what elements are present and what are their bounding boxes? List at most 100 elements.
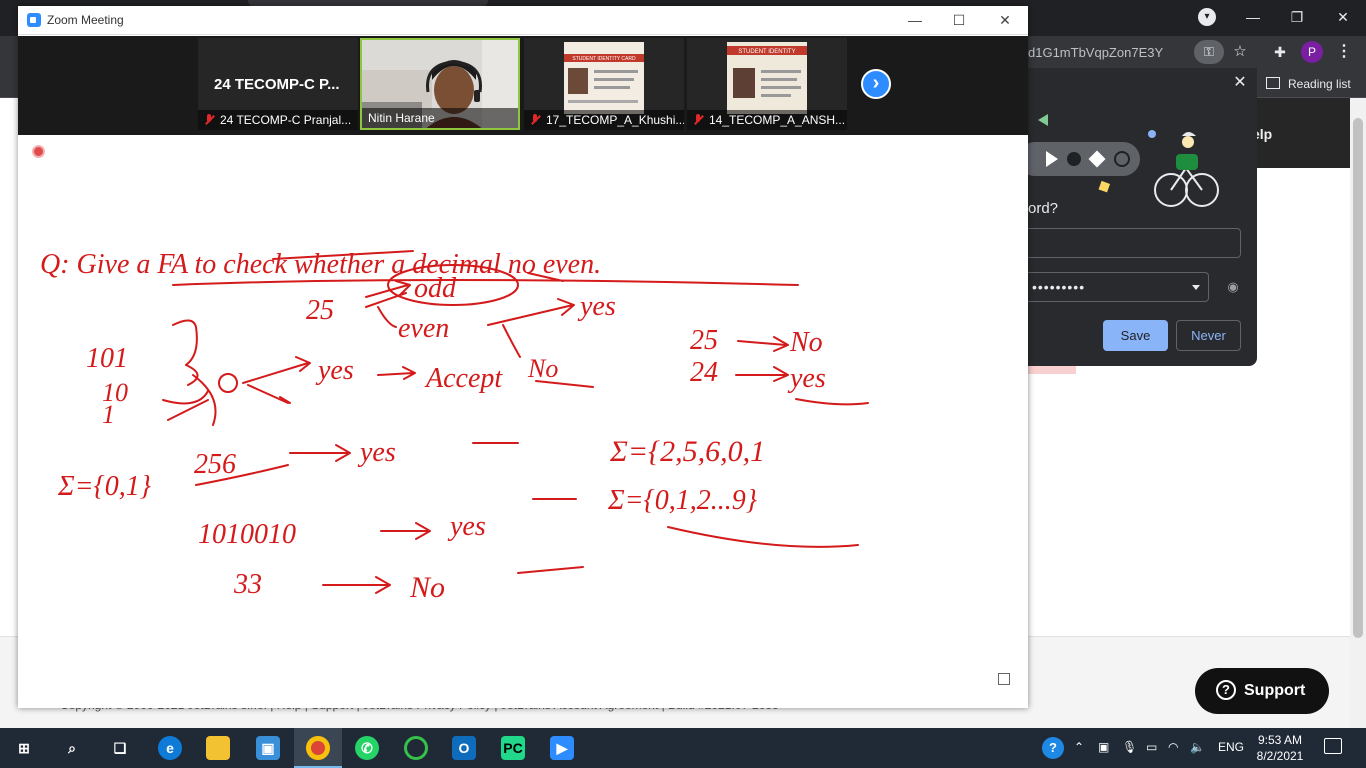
brace-stroke	[192, 374, 217, 426]
participant-name: 24 TECOMP-C Pranjal...	[220, 113, 352, 127]
zoom-app-icon[interactable]: ▶	[550, 736, 574, 760]
participant-strip: 24 TECOMP-C P... 24 TECOMP-C Pranjal... …	[18, 36, 1028, 135]
reading-list-label: Reading list	[1288, 77, 1351, 91]
profile-avatar[interactable]: P	[1301, 41, 1323, 63]
yes-1010010: yes	[447, 511, 486, 542]
sigma-right-1: Σ={2,5,6,0,1	[609, 435, 765, 468]
participant-tile[interactable]: 24 TECOMP-C P... 24 TECOMP-C Pranjal...	[198, 38, 358, 130]
chrome-minimize-button[interactable]: —	[1238, 6, 1268, 28]
address-bar[interactable]: d1G1mTbVqpZon7E3Y	[1028, 44, 1188, 62]
participant-caption: 17_TECOMP_A_Khushi...	[524, 110, 684, 130]
no-33: No	[409, 571, 445, 604]
whatsapp-icon[interactable]: ✆	[355, 736, 379, 760]
participant-name: Nitin Harane	[368, 111, 435, 125]
wifi-icon[interactable]: ◠	[1168, 740, 1178, 754]
zoom-window-title: Zoom Meeting	[47, 13, 124, 27]
never-button[interactable]: Never	[1176, 320, 1241, 351]
sigma-left: Σ={0,1}	[57, 471, 151, 502]
branch-yes: yes	[577, 291, 616, 322]
question-text: Q: Give a FA to check whether a decimal …	[40, 249, 601, 280]
brace-stroke	[162, 390, 209, 405]
example-256: 256	[194, 449, 236, 480]
branch-no: No	[527, 354, 558, 383]
password-illustration	[1028, 114, 1219, 207]
windows-start-icon[interactable]: ⊞	[12, 736, 36, 760]
meet-now-icon[interactable]: ▣	[1098, 740, 1109, 754]
edge-icon[interactable]: e	[158, 736, 182, 760]
arrow-stroke	[377, 306, 397, 328]
file-explorer-icon[interactable]	[206, 736, 230, 760]
password-field[interactable]: •••••••••	[1028, 272, 1209, 302]
username-field[interactable]	[1028, 228, 1241, 258]
dash-stroke	[517, 566, 584, 574]
mic-muted-icon	[204, 114, 214, 126]
underline-stroke	[795, 398, 869, 406]
reading-list-icon	[1266, 77, 1280, 89]
notification-icon[interactable]	[1324, 738, 1342, 754]
accept-text: Accept	[424, 363, 503, 394]
zoom-close-button[interactable]: ✕	[990, 10, 1020, 30]
zoom-meeting-window: Zoom Meeting — ☐ ✕ 24 TECOMP-C P... 24 T…	[18, 6, 1028, 708]
state-circle	[218, 373, 238, 393]
participant-tile[interactable]: STUDENT IDENTITY 14_TECOMP_A_ANSH...	[687, 38, 847, 130]
arrow-stroke	[502, 324, 521, 358]
chrome-restore-button[interactable]: ❐	[1282, 6, 1312, 28]
arrow-stroke	[380, 522, 431, 540]
close-icon[interactable]: ✕	[1231, 74, 1249, 92]
chevron-up-icon[interactable]: ⌃	[1074, 740, 1084, 754]
participant-caption: 24 TECOMP-C Pranjal...	[198, 110, 358, 130]
zoom-minimize-button[interactable]: —	[900, 10, 930, 30]
participant-tile[interactable]: STUDENT IDENTITY CARD 17_TECOMP_A_Khushi…	[524, 38, 684, 130]
chrome-icon[interactable]	[306, 736, 330, 760]
reading-list-button[interactable]: Reading list	[1266, 74, 1351, 94]
chevron-down-icon[interactable]	[1192, 285, 1200, 290]
participant-display-name: 24 TECOMP-C P...	[214, 76, 340, 93]
sigma-right-2: Σ={0,1,2...9}	[607, 485, 757, 516]
participant-caption: Nitin Harane	[362, 108, 518, 128]
chrome-menu-icon[interactable]: ⋮	[1334, 42, 1354, 62]
volume-icon[interactable]: 🔈	[1190, 740, 1205, 754]
branch-even: even	[398, 313, 449, 344]
next-page-arrow-icon[interactable]: ›	[861, 69, 891, 99]
participant-name: 14_TECOMP_A_ANSH...	[709, 113, 846, 127]
loading-app-icon[interactable]	[404, 736, 428, 760]
task-view-icon[interactable]: ❑	[108, 736, 132, 760]
question-icon: ?	[1216, 680, 1236, 700]
example-1: 1	[102, 400, 115, 429]
clock[interactable]: 9:53 AM 8/2/2021	[1250, 732, 1310, 764]
arrow-stroke	[289, 444, 351, 462]
language-indicator[interactable]: ENG	[1218, 740, 1244, 754]
store-icon[interactable]: ▣	[256, 736, 280, 760]
zoom-titlebar: Zoom Meeting — ☐ ✕	[18, 6, 1028, 35]
pycharm-icon[interactable]: PC	[501, 736, 525, 760]
zoom-logo-icon	[27, 13, 41, 27]
handwriting-canvas: Q: Give a FA to check whether a decimal …	[40, 249, 869, 604]
shared-whiteboard[interactable]: Q: Give a FA to check whether a decimal …	[18, 135, 1028, 708]
windows-taskbar: ⊞ ⌕ ❑ e ▣ ✆ O PC ▶ ? ⌃ ▣ 🎙 ▭ ◠ 🔈 ENG 9:5…	[0, 728, 1366, 768]
yes-24: yes	[787, 363, 826, 394]
search-icon[interactable]: ⌕	[60, 736, 84, 760]
participant-name: 17_TECOMP_A_Khushi...	[546, 113, 684, 127]
extensions-icon[interactable]: ✚	[1270, 42, 1290, 62]
bookmark-star-icon[interactable]: ☆	[1230, 42, 1250, 62]
battery-icon[interactable]: ▭	[1146, 740, 1157, 754]
card-header: STUDENT IDENTITY CARD	[572, 56, 636, 62]
expand-icon[interactable]	[998, 673, 1010, 685]
password-key-icon[interactable]: ⚿	[1194, 40, 1224, 64]
example-101: 101	[86, 343, 128, 374]
page-scrollbar[interactable]	[1350, 98, 1366, 728]
chrome-close-button[interactable]: ✕	[1328, 6, 1358, 28]
save-button[interactable]: Save	[1103, 320, 1168, 351]
support-button[interactable]: ? Support	[1195, 668, 1329, 714]
mic-muted-icon	[693, 114, 703, 126]
yes-text: yes	[315, 355, 354, 386]
help-tray-icon[interactable]: ?	[1042, 737, 1064, 759]
scrollbar-thumb[interactable]	[1353, 118, 1363, 638]
arrow-stroke	[487, 298, 575, 326]
participant-tile-active[interactable]: Nitin Harane	[360, 38, 520, 130]
tab-search-icon[interactable]: ▾	[1198, 8, 1216, 26]
zoom-maximize-button[interactable]: ☐	[944, 10, 974, 30]
eye-icon[interactable]: ◉	[1225, 279, 1241, 295]
microphone-icon[interactable]: 🎙	[1122, 740, 1137, 754]
outlook-icon[interactable]: O	[452, 736, 476, 760]
